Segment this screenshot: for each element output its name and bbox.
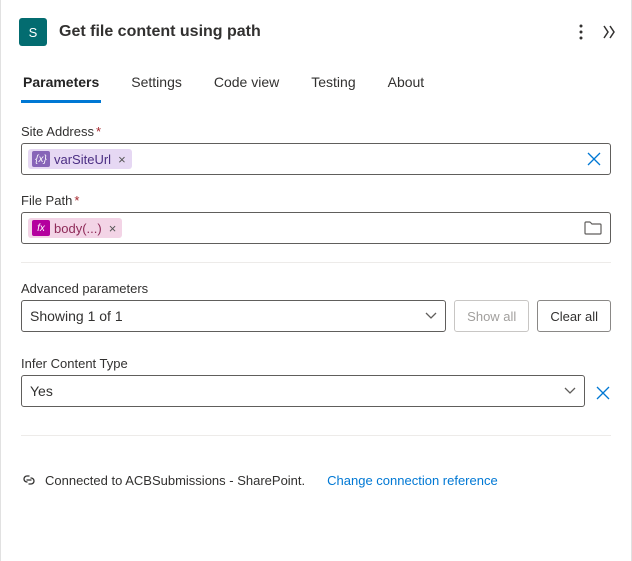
clear-all-button[interactable]: Clear all — [537, 300, 611, 332]
app-icon-letter: S — [29, 25, 38, 40]
change-connection-link[interactable]: Change connection reference — [327, 473, 498, 488]
sharepoint-icon: S — [19, 18, 47, 46]
file-path-input[interactable]: fx body(...) × — [21, 212, 611, 244]
tab-bar: Parameters Settings Code view Testing Ab… — [1, 60, 631, 102]
tab-testing[interactable]: Testing — [309, 68, 357, 102]
remove-token-icon[interactable]: × — [118, 152, 126, 167]
advanced-parameters-select[interactable]: Showing 1 of 1 — [21, 300, 446, 332]
site-address-label: Site Address* — [21, 124, 611, 139]
variable-badge-icon: {x} — [32, 151, 50, 167]
connection-icon — [21, 472, 37, 488]
connection-footer: Connected to ACBSubmissions - SharePoint… — [1, 454, 631, 506]
collapse-panel-icon[interactable] — [601, 24, 617, 40]
required-asterisk: * — [74, 193, 79, 208]
label-text: File Path — [21, 193, 72, 208]
file-path-label: File Path* — [21, 193, 611, 208]
remove-token-icon[interactable]: × — [109, 221, 117, 236]
label-text: Site Address — [21, 124, 94, 139]
infer-content-type-label: Infer Content Type — [21, 356, 585, 371]
expression-token[interactable]: fx body(...) × — [28, 218, 122, 238]
expression-badge-icon: fx — [32, 220, 50, 236]
required-asterisk: * — [96, 124, 101, 139]
token-text: body(...) — [54, 221, 102, 236]
chevron-down-icon — [425, 312, 437, 320]
field-site-address: Site Address* {x} varSiteUrl × — [21, 124, 611, 175]
action-header: S Get file content using path — [1, 8, 631, 60]
infer-content-type-value: Yes — [30, 383, 53, 399]
variable-token[interactable]: {x} varSiteUrl × — [28, 149, 132, 169]
folder-picker-icon[interactable] — [584, 221, 602, 235]
advanced-select-value: Showing 1 of 1 — [30, 308, 123, 324]
advanced-parameters-row: Advanced parameters Showing 1 of 1 Show … — [21, 281, 611, 332]
action-title: Get file content using path — [59, 23, 579, 41]
tab-parameters[interactable]: Parameters — [21, 68, 101, 103]
remove-parameter-icon[interactable] — [595, 385, 611, 407]
token-text: varSiteUrl — [54, 152, 111, 167]
site-address-input[interactable]: {x} varSiteUrl × — [21, 143, 611, 175]
divider — [21, 435, 611, 436]
field-file-path: File Path* fx body(...) × — [21, 193, 611, 244]
chevron-down-icon — [564, 387, 576, 395]
tab-settings[interactable]: Settings — [129, 68, 184, 102]
tab-code-view[interactable]: Code view — [212, 68, 281, 102]
infer-content-type-row: Infer Content Type Yes — [21, 356, 611, 407]
show-all-button: Show all — [454, 300, 529, 332]
infer-content-type-select[interactable]: Yes — [21, 375, 585, 407]
more-menu-icon[interactable] — [579, 24, 583, 40]
clear-field-icon[interactable] — [586, 151, 602, 167]
divider — [21, 262, 611, 263]
advanced-parameters-label: Advanced parameters — [21, 281, 446, 296]
connected-to-text: Connected to ACBSubmissions - SharePoint… — [45, 473, 305, 488]
tab-about[interactable]: About — [386, 68, 427, 102]
